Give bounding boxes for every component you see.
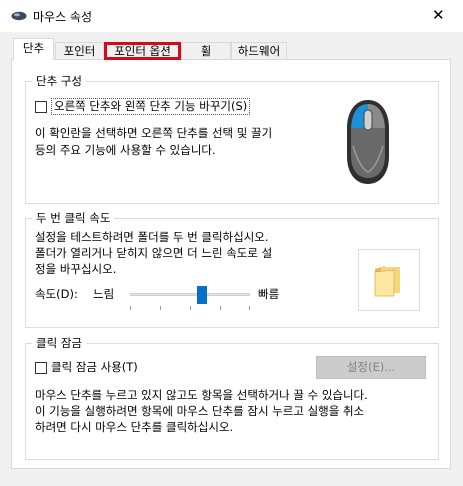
window-title: 마우스 속성: [33, 10, 93, 24]
double-click-test-area[interactable]: [358, 249, 420, 311]
swap-buttons-label[interactable]: 오른쪽 단추와 왼쪽 단추 기능 바꾸기(S): [51, 98, 251, 115]
fast-label: 빠름: [258, 287, 280, 301]
folder-icon[interactable]: [372, 263, 404, 297]
click-lock-settings-button[interactable]: 설정(E)...: [316, 356, 426, 379]
mouse-app-icon: [11, 11, 27, 21]
close-icon: ✕: [432, 6, 445, 24]
button-config-desc-2: 등의 주요 기능에 사용할 수 있습니다.: [35, 143, 216, 157]
slow-label: 느림: [93, 287, 115, 301]
tab-wheel[interactable]: 휠: [181, 42, 231, 60]
swap-buttons-checkbox[interactable]: [35, 101, 47, 113]
slider-tick: [130, 306, 131, 310]
click-lock-checkbox[interactable]: [35, 362, 47, 374]
double-click-desc-1: 설정을 테스트하려면 폴더를 두 번 클릭하십시오.: [35, 230, 269, 244]
click-lock-desc-1: 마우스 단추를 누르고 있지 않고도 항목을 선택하거나 끌 수 있습니다.: [35, 388, 368, 402]
slider-tick: [249, 306, 250, 310]
slider-tick: [160, 306, 161, 310]
tab-pointers[interactable]: 포인터: [55, 42, 104, 60]
double-click-desc-2: 폴더가 열리거나 닫히지 않으면 더 느린 속도로 설: [35, 246, 273, 260]
click-lock-label[interactable]: 클릭 잠금 사용(T): [51, 359, 138, 376]
slider-tick: [220, 306, 221, 310]
double-click-desc-3: 정을 바꾸십시오.: [35, 262, 117, 276]
click-lock-desc-3: 하려면 다시 마우스 단추를 클릭하십시오.: [35, 420, 234, 434]
title-bar: 마우스 속성 ✕: [0, 0, 463, 32]
mouse-icon: [347, 100, 389, 184]
button-config-desc-1: 이 확인란을 선택하면 오른쪽 단추를 선택 및 끌기: [35, 126, 273, 140]
click-lock-title: 클릭 잠금: [32, 335, 86, 351]
double-click-title: 두 번 클릭 속도: [32, 210, 115, 226]
speed-slider-thumb[interactable]: [197, 286, 207, 304]
close-button[interactable]: ✕: [417, 0, 463, 32]
slider-tick: [190, 306, 191, 310]
speed-slider-track[interactable]: [130, 293, 250, 296]
button-config-title: 단추 구성: [32, 73, 86, 89]
click-lock-desc-2: 이 기능을 실행하려면 항목에 마우스 단추를 잠시 누르고 실행을 취소: [35, 404, 365, 418]
tab-hardware[interactable]: 하드웨어: [231, 42, 287, 60]
tab-buttons[interactable]: 단추: [13, 38, 54, 60]
tab-pointer-options[interactable]: 포인터 옵션: [104, 42, 181, 60]
speed-label: 속도(D):: [35, 287, 78, 301]
